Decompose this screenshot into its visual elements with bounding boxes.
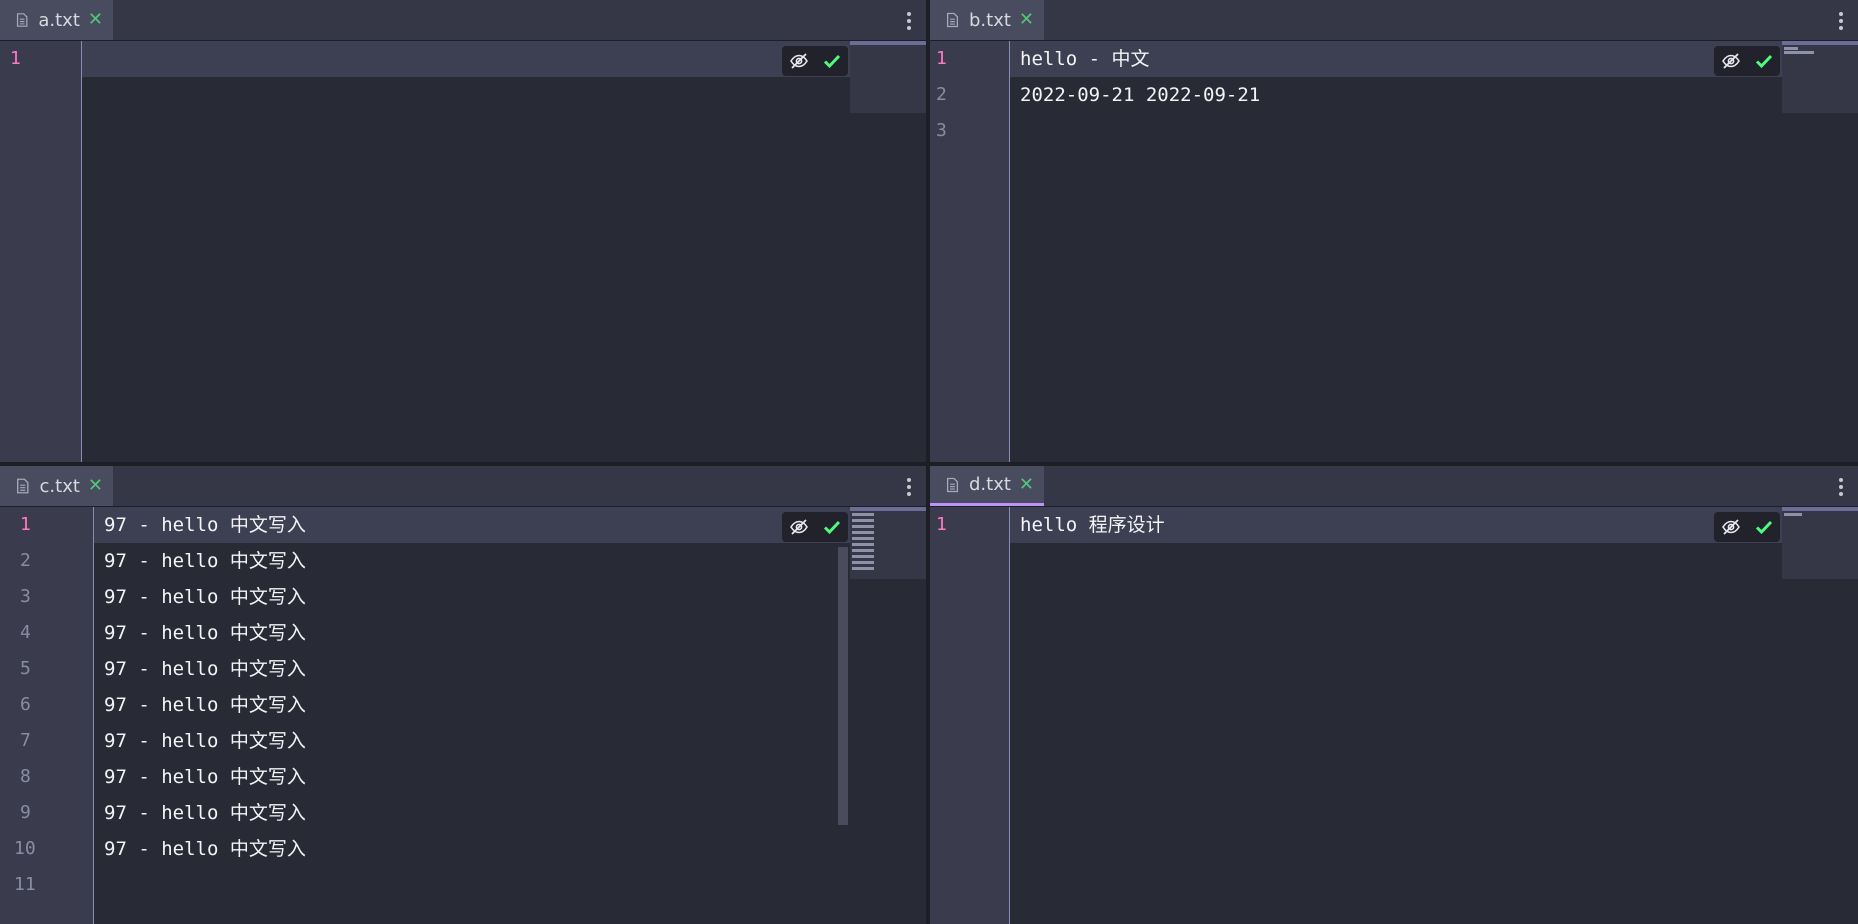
editor-pane-d: d.txt ✕ 1 hello 程序设计 — [930, 466, 1858, 924]
line-number: 1 — [936, 48, 947, 69]
editor-text-area[interactable]: hello 程序设计 — [1010, 507, 1858, 924]
line-number: 2 — [936, 84, 947, 105]
tab-label: c.txt — [39, 475, 80, 497]
close-icon[interactable]: ✕ — [88, 477, 103, 495]
editor-pane-b: b.txt ✕ 1 2 3 hello - 中文 2022-09-21 2022… — [930, 0, 1858, 462]
line-number: 5 — [20, 658, 31, 679]
line-number: 10 — [14, 838, 36, 859]
close-icon[interactable]: ✕ — [1019, 11, 1034, 29]
line-number: 2 — [20, 550, 31, 571]
kebab-menu-icon[interactable] — [1838, 12, 1844, 30]
line-number: 1 — [936, 514, 947, 535]
minimap[interactable] — [850, 507, 926, 579]
minimap[interactable] — [850, 41, 926, 113]
code-line: 2022-09-21 2022-09-21 — [1020, 84, 1261, 106]
code-line: 97 - hello 中文写入 — [104, 802, 306, 824]
eye-off-icon[interactable] — [789, 51, 809, 71]
minimap-line — [1784, 51, 1814, 54]
file-icon — [946, 12, 959, 28]
editor-text-area[interactable]: hello - 中文 2022-09-21 2022-09-21 — [1010, 41, 1858, 462]
tab-c-txt[interactable]: c.txt ✕ — [0, 466, 113, 506]
minimap-line — [852, 567, 874, 570]
minimap[interactable] — [1782, 41, 1858, 113]
code-line: 97 - hello 中文写入 — [104, 730, 306, 752]
tab-a-txt[interactable]: a.txt ✕ — [0, 0, 113, 40]
file-icon — [946, 477, 959, 492]
tab-bar: d.txt ✕ — [930, 466, 1858, 507]
minimap[interactable] — [1782, 507, 1858, 579]
horizontal-splitter[interactable] — [0, 462, 1858, 466]
tab-d-txt[interactable]: d.txt ✕ — [930, 466, 1044, 506]
tab-bar: b.txt ✕ — [930, 0, 1858, 41]
kebab-menu-icon[interactable] — [906, 12, 912, 30]
editor-grid: a.txt ✕ 1 b.txt ✕ 1 2 3 hello - 中文 2022-… — [0, 0, 1858, 924]
tab-label: b.txt — [968, 9, 1011, 31]
minimap-line — [852, 519, 874, 522]
code-line: hello 程序设计 — [1020, 514, 1165, 536]
line-number-gutter: 1 — [930, 507, 1010, 924]
line-number: 7 — [20, 730, 31, 751]
inline-toolbar — [1714, 512, 1780, 542]
tab-bar: a.txt ✕ — [0, 0, 926, 41]
minimap-line — [852, 531, 874, 534]
eye-off-icon[interactable] — [1721, 51, 1741, 71]
minimap-line — [852, 549, 874, 552]
minimap-line — [852, 537, 874, 540]
editor-text-area[interactable]: 97 - hello 中文写入 97 - hello 中文写入 97 - hel… — [94, 507, 926, 924]
kebab-menu-icon[interactable] — [1838, 478, 1844, 496]
line-number: 9 — [20, 802, 31, 823]
inline-toolbar — [782, 46, 848, 76]
line-number: 1 — [20, 514, 31, 535]
editor-pane-c: c.txt ✕ 1 2 3 4 5 6 7 8 9 10 11 97 - hel… — [0, 466, 926, 924]
code-line: 97 - hello 中文写入 — [104, 766, 306, 788]
line-number: 8 — [20, 766, 31, 787]
line-number: 11 — [14, 874, 36, 895]
current-line-highlight — [82, 41, 850, 77]
code-line: 97 - hello 中文写入 — [104, 514, 306, 536]
check-icon[interactable] — [822, 51, 842, 71]
inline-toolbar — [782, 512, 848, 542]
code-line: 97 - hello 中文写入 — [104, 658, 306, 680]
kebab-menu-icon[interactable] — [906, 478, 912, 496]
tab-label: d.txt — [968, 474, 1011, 495]
tab-label: a.txt — [38, 9, 80, 31]
minimap-line — [852, 525, 874, 528]
minimap-line — [1784, 47, 1798, 50]
eye-off-icon[interactable] — [1721, 517, 1741, 537]
line-number: 3 — [20, 586, 31, 607]
code-line: hello - 中文 — [1020, 48, 1150, 70]
line-number-gutter: 1 — [0, 41, 82, 462]
line-number: 6 — [20, 694, 31, 715]
minimap-line — [852, 561, 874, 564]
minimap-line — [852, 543, 874, 546]
code-line: 97 - hello 中文写入 — [104, 838, 306, 860]
tab-bar: c.txt ✕ — [0, 466, 926, 507]
minimap-line — [852, 555, 874, 558]
editor-text-area[interactable] — [82, 41, 926, 462]
check-icon[interactable] — [1754, 517, 1774, 537]
minimap-line — [1784, 513, 1802, 516]
line-number: 3 — [936, 120, 947, 141]
check-icon[interactable] — [822, 517, 842, 537]
code-line: 97 - hello 中文写入 — [104, 694, 306, 716]
line-number-gutter: 1 2 3 — [930, 41, 1010, 462]
file-icon — [16, 13, 28, 27]
tab-b-txt[interactable]: b.txt ✕ — [930, 0, 1044, 40]
minimap-line — [852, 513, 874, 516]
eye-off-icon[interactable] — [789, 517, 809, 537]
scrollbar-thumb[interactable] — [838, 547, 848, 825]
code-line: 97 - hello 中文写入 — [104, 586, 306, 608]
close-icon[interactable]: ✕ — [1019, 475, 1034, 494]
code-line: 97 - hello 中文写入 — [104, 622, 306, 644]
file-icon — [17, 478, 29, 494]
inline-toolbar — [1714, 46, 1780, 76]
line-number-gutter: 1 2 3 4 5 6 7 8 9 10 11 — [0, 507, 94, 924]
close-icon[interactable]: ✕ — [88, 11, 103, 29]
editor-pane-a: a.txt ✕ 1 — [0, 0, 926, 462]
line-number: 4 — [20, 622, 31, 643]
line-number: 1 — [10, 48, 21, 69]
check-icon[interactable] — [1754, 51, 1774, 71]
code-line: 97 - hello 中文写入 — [104, 550, 306, 572]
